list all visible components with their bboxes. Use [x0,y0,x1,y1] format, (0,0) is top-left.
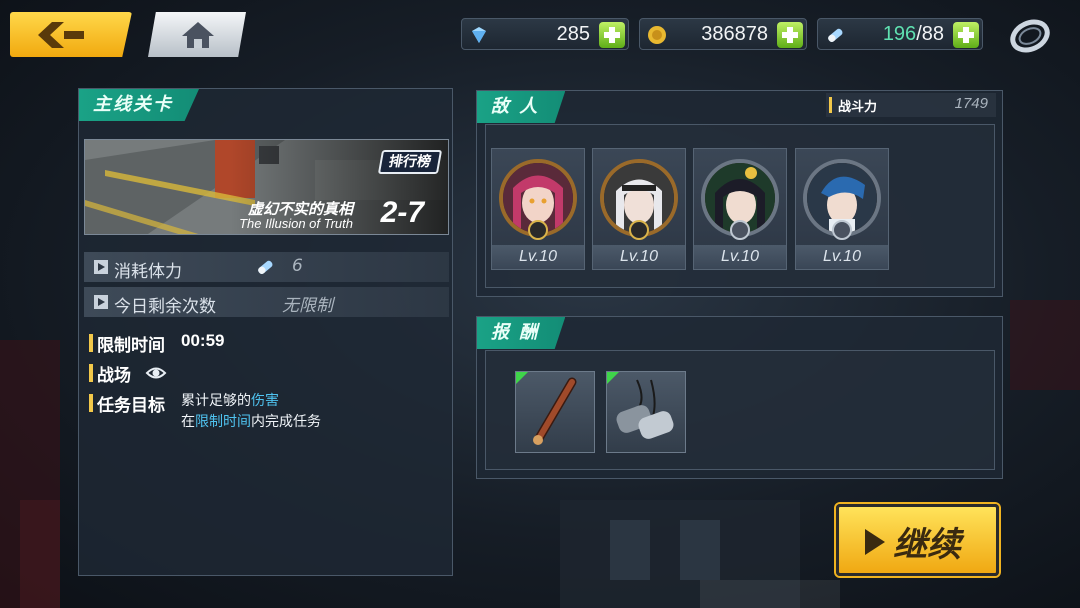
gold-value: 386878 [701,23,768,45]
reward-slot[interactable] [606,371,686,453]
eye-icon[interactable] [145,362,167,384]
add-stamina-button[interactable] [953,22,979,48]
skull-badge-icon [528,220,548,240]
objective-highlight: 限制时间 [195,414,251,430]
enemy-title: 敌 人 [477,91,566,123]
row-arrow-icon [94,260,108,274]
label-marker [89,364,93,382]
reward-title: 报 酬 [477,317,566,349]
home-button[interactable] [148,12,246,57]
remaining-attempts-value: 无限制 [282,296,333,316]
rank-badge-icon [832,220,852,240]
skull-badge-icon [629,220,649,240]
enemy-level: Lv.10 [593,245,685,269]
combat-power-label: 战斗力 [838,100,878,115]
objective-line-2: 在限制时间内完成任务 [181,412,321,433]
gold-coin-icon [648,26,666,44]
reward-slot[interactable] [515,371,595,453]
enemy-card[interactable]: Lv.10 [795,148,889,270]
stamina-cost-row: 消耗体力 6 [84,252,449,282]
diamond-value: 285 [556,23,590,45]
continue-label: 继续 [893,525,961,565]
back-arrow-icon [38,22,84,48]
ring-menu-icon[interactable] [1006,16,1054,56]
back-button[interactable] [10,12,132,57]
dog-tags-icon [616,379,674,439]
stamina-value: 196/88 [883,23,944,46]
enemy-panel: 敌 人 战斗力 1749 Lv.10 Lv.10 Lv.10 Lv.10 [476,90,1003,297]
stage-section-title: 主线关卡 [79,89,199,121]
rank-badge-icon [730,220,750,240]
enemy-card[interactable]: Lv.10 [592,148,686,270]
diamond-counter: 285 [461,18,629,50]
combat-power-value: 1749 [954,95,988,112]
objective-label: 任务目标 [97,396,165,416]
diamond-icon [472,27,486,43]
enemy-card[interactable]: Lv.10 [491,148,585,270]
stamina-cost-label: 消耗体力 [114,262,182,282]
stage-info-panel: 主线关卡 排行榜 虚幻不实的真相 The Illusion of Truth 2… [78,88,453,576]
remaining-attempts-label: 今日剩余次数 [114,297,216,317]
time-limit-value: 00:59 [181,331,225,350]
label-marker [829,97,832,113]
stamina-max: /88 [916,23,944,45]
enemy-card[interactable]: Lv.10 [693,148,787,270]
stamina-cost-value: 6 [292,256,303,276]
play-icon [865,529,885,555]
remaining-attempts-row: 今日剩余次数 无限制 [84,287,449,317]
row-arrow-icon [94,295,108,309]
stamina-potion-icon [828,28,843,42]
combat-power-box: 战斗力 1749 [826,93,996,117]
gold-counter: 386878 [639,18,807,50]
enemy-level: Lv.10 [694,245,786,269]
stamina-counter: 196/88 [817,18,983,50]
stamina-potion-icon [258,260,273,274]
time-limit-label: 限制时间 [97,336,165,356]
objective-text-part: 内完成任务 [251,414,321,430]
stamina-current: 196 [882,23,917,45]
objective-highlight: 伤害 [251,393,279,409]
leaderboard-button[interactable]: 排行榜 [377,150,443,174]
stage-banner: 排行榜 虚幻不实的真相 The Illusion of Truth 2-7 [84,139,449,235]
label-marker [89,334,93,352]
stage-number: 2-7 [380,196,424,229]
add-diamonds-button[interactable] [599,22,625,48]
label-marker [89,394,93,412]
new-marker-icon [607,372,619,384]
baton-icon [533,377,577,445]
add-gold-button[interactable] [777,22,803,48]
enemy-level: Lv.10 [492,245,584,269]
objective-text: 累计足够的伤害 在限制时间内完成任务 [181,391,321,433]
objective-text-part: 在 [181,414,195,430]
battlefield-label: 战场 [97,366,131,386]
objective-line-1: 累计足够的伤害 [181,391,321,412]
stage-name-en: The Illusion of Truth [239,216,353,231]
enemy-level: Lv.10 [796,245,888,269]
objective-text-part: 累计足够的 [181,393,251,409]
home-icon [182,22,214,48]
continue-button[interactable]: 继续 [836,504,999,576]
reward-panel: 报 酬 [476,316,1003,479]
new-marker-icon [516,372,528,384]
